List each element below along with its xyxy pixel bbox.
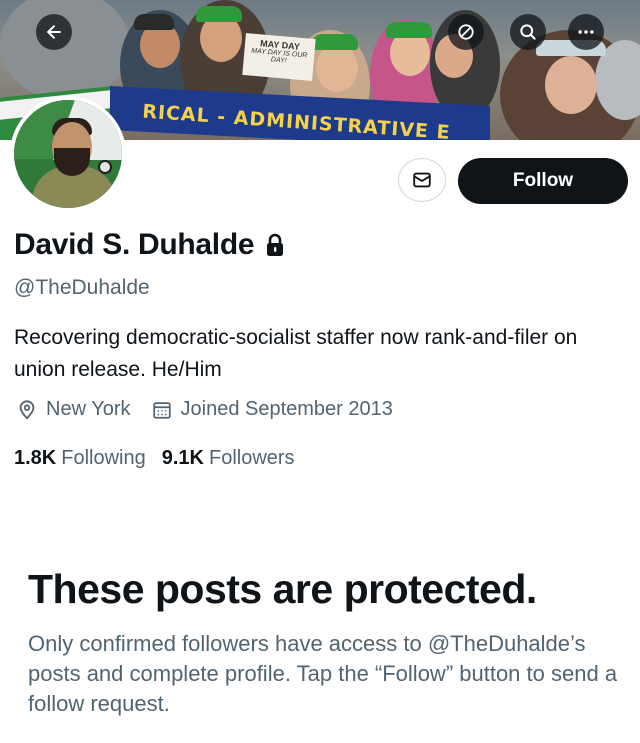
following-count: 1.8K bbox=[14, 447, 57, 469]
avatar[interactable] bbox=[10, 96, 126, 212]
message-button[interactable] bbox=[398, 158, 446, 202]
more-horizontal-icon bbox=[578, 30, 594, 34]
profile-stats: 1.8K Following 9.1K Followers bbox=[14, 447, 311, 470]
location-pin-icon bbox=[19, 399, 35, 420]
profile-handle: @TheDuhalde bbox=[14, 276, 150, 299]
location-text: New York bbox=[46, 398, 131, 420]
calendar-icon bbox=[152, 401, 171, 419]
followers-link[interactable]: 9.1K Followers bbox=[162, 447, 295, 470]
search-icon bbox=[520, 24, 536, 40]
protected-title: These posts are protected. bbox=[28, 566, 537, 612]
profile-name: David S. Duhalde bbox=[14, 228, 255, 261]
back-button[interactable] bbox=[36, 14, 72, 50]
joined-text: Joined September 2013 bbox=[180, 398, 393, 420]
may-day-sign: MAY DAY MAY DAY IS OUR DAY! bbox=[242, 33, 316, 81]
following-label: Following bbox=[61, 447, 146, 469]
joined-item: Joined September 2013 bbox=[151, 398, 393, 421]
mute-button[interactable] bbox=[448, 14, 484, 50]
followers-label: Followers bbox=[208, 447, 295, 469]
arrow-left-icon bbox=[47, 25, 61, 39]
profile-bio: Recovering democratic-socialist staffer … bbox=[14, 326, 578, 381]
protected-description: Only confirmed followers have access to … bbox=[28, 631, 618, 716]
followers-count: 9.1K bbox=[161, 447, 204, 469]
profile-meta: New York Joined September 2013 bbox=[16, 398, 413, 421]
follow-button[interactable]: Follow bbox=[458, 158, 628, 204]
more-button[interactable] bbox=[568, 14, 604, 50]
following-link[interactable]: 1.8K Following bbox=[14, 447, 146, 470]
search-button[interactable] bbox=[510, 14, 546, 50]
lock-icon bbox=[267, 233, 284, 256]
circle-slash-icon bbox=[458, 24, 474, 40]
profile-name-row: David S. Duhalde bbox=[14, 228, 286, 262]
envelope-icon bbox=[413, 172, 431, 188]
location-item: New York bbox=[16, 398, 131, 421]
